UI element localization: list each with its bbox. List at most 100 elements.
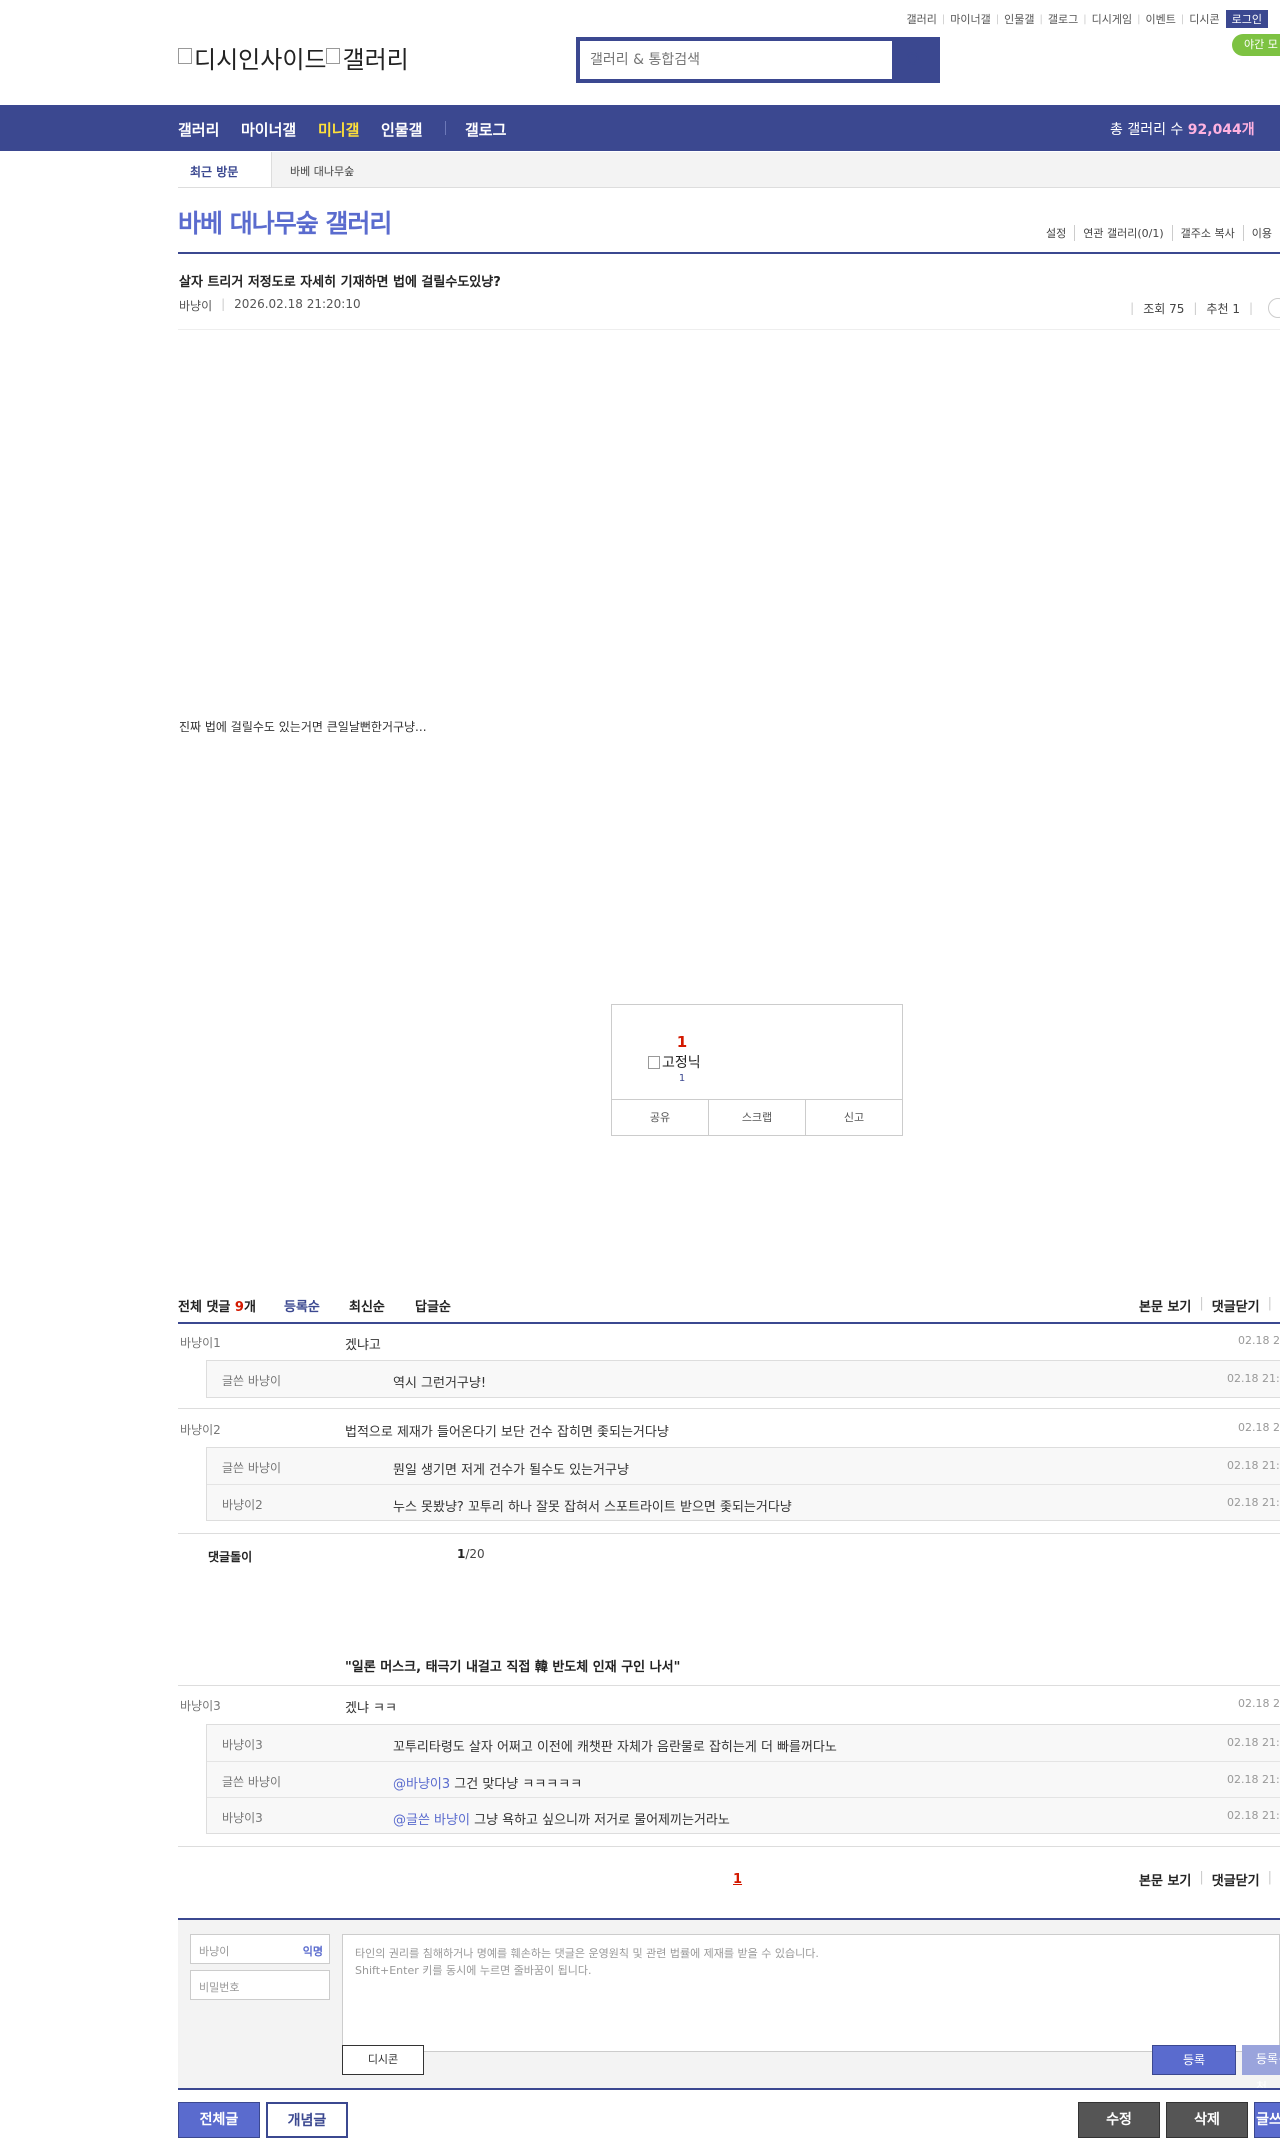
reply-text: 역시 그런거구냥! bbox=[393, 1376, 487, 1391]
comment-page-current[interactable]: 1 bbox=[733, 1872, 742, 1887]
reply-nick[interactable]: 글쓴 바냥이 bbox=[222, 1372, 281, 1389]
reply-box: 글쓴 바냥이 뭔일 생기면 저게 건수가 될수도 있는거구냥 02.18 21:… bbox=[206, 1447, 1280, 1521]
related-gallery-link[interactable]: 연관 갤러리(0/1) bbox=[1074, 225, 1171, 241]
nav-minor[interactable]: 마이너갤 bbox=[241, 119, 296, 140]
comment-text: 겠냐고 bbox=[345, 1338, 381, 1353]
logo-alt-dcinside: 디시인사이드 bbox=[194, 46, 327, 74]
comment-date: 02.18 21:2 bbox=[1238, 1421, 1280, 1434]
divider bbox=[178, 1846, 1280, 1847]
comment-textarea[interactable]: 타인의 권리를 침해하거나 명예를 훼손하는 댓글은 운영원칙 및 관련 법률에… bbox=[342, 1934, 1280, 2052]
reply-text: 뭔일 생기면 저게 건수가 될수도 있는거구냥 bbox=[393, 1463, 629, 1478]
reply-row: 글쓴 바냥이 뭔일 생기면 저게 건수가 될수도 있는거구냥 02.18 21:… bbox=[207, 1448, 1280, 1484]
search-input[interactable] bbox=[580, 41, 892, 79]
comment-date: 02.18 21:2 bbox=[1238, 1334, 1280, 1347]
usage-link[interactable]: 이용 bbox=[1242, 225, 1280, 241]
comment-nick[interactable]: 바냥이2 bbox=[180, 1421, 221, 1438]
search-bar bbox=[576, 37, 940, 83]
recent-gallery-link[interactable]: 바베 대나무숲 bbox=[290, 163, 354, 179]
close-comments-link[interactable]: 댓글닫기 bbox=[1212, 1870, 1260, 1889]
sort-replies[interactable]: 답글순 bbox=[415, 1296, 451, 1315]
delete-button[interactable]: 삭제 bbox=[1166, 2102, 1248, 2138]
nickname-input[interactable]: 바냥이 익명 bbox=[190, 1934, 330, 1964]
divider bbox=[178, 1322, 1280, 1324]
util-gallog-link[interactable]: 갤로그 bbox=[1048, 11, 1078, 27]
util-gallery-link[interactable]: 갤러리 bbox=[907, 11, 937, 27]
broken-image-icon bbox=[326, 47, 341, 64]
nav-gallog[interactable]: 갤로그 bbox=[465, 119, 506, 140]
login-button[interactable]: 로그인 bbox=[1225, 10, 1268, 28]
reply-text: @글쓴 바냥이 그냥 욕하고 싶으니까 저거로 물어제끼는거라노 bbox=[393, 1813, 730, 1828]
comment-row: 바냥이2 법적으로 제재가 들어온다기 보단 건수 잡히면 좇되는거다냥 02.… bbox=[178, 1421, 1280, 1445]
anonymous-toggle[interactable]: 익명 bbox=[303, 1943, 323, 1959]
close-comments-link[interactable]: 댓글닫기 bbox=[1212, 1296, 1260, 1315]
nav-person[interactable]: 인물갤 bbox=[381, 119, 422, 140]
util-dccon-link[interactable]: 디시콘 bbox=[1189, 11, 1219, 27]
view-body-link[interactable]: 본문 보기 bbox=[1139, 1870, 1191, 1889]
nav-gallery[interactable]: 갤러리 bbox=[178, 119, 219, 140]
logo-alt-gallery: 갤러리 bbox=[342, 46, 409, 74]
write-button[interactable]: 글쓰기 bbox=[1254, 2102, 1280, 2148]
util-person-link[interactable]: 인물갤 bbox=[1004, 11, 1034, 27]
sort-latest[interactable]: 최신순 bbox=[349, 1296, 385, 1315]
password-input[interactable]: 비밀번호 bbox=[190, 1970, 330, 2000]
reply-nick[interactable]: 글쓴 바냥이 bbox=[222, 1459, 281, 1476]
post-body: 진짜 법에 걸릴수도 있는거면 큰일날뻔한거구냥... bbox=[179, 720, 427, 734]
reply-date: 02.18 21:2 bbox=[1227, 1496, 1280, 1509]
view-body-link[interactable]: 본문 보기 bbox=[1139, 1296, 1191, 1315]
all-posts-button[interactable]: 전체글 bbox=[178, 2102, 260, 2138]
reply-row: 바냥이2 누스 못봤냥? 꼬투리 하나 잘못 잡혀서 스포트라이트 받으면 좇되… bbox=[207, 1484, 1280, 1520]
concept-posts-button[interactable]: 개념글 bbox=[266, 2102, 348, 2138]
recommend-count: 추천 1 bbox=[1206, 301, 1240, 316]
edit-button[interactable]: 수정 bbox=[1078, 2102, 1160, 2138]
comment-bot-page: 1/20 bbox=[457, 1547, 485, 1561]
mention-link[interactable]: @글쓴 바냥이 bbox=[393, 1813, 470, 1828]
reply-nick[interactable]: 바냥이2 bbox=[222, 1496, 263, 1513]
reply-nick[interactable]: 바냥이3 bbox=[222, 1809, 263, 1826]
divider bbox=[178, 1685, 1280, 1686]
divider bbox=[178, 329, 1280, 330]
dccon-button[interactable]: 디시콘 bbox=[342, 2045, 424, 2075]
submit-recommend-button[interactable]: 등록+추천 bbox=[1242, 2045, 1280, 2094]
share-button[interactable]: 공유 bbox=[612, 1100, 708, 1135]
fixnick-recommend[interactable]: 고정닉 bbox=[648, 1052, 701, 1072]
util-dcgame-link[interactable]: 디시게임 bbox=[1092, 11, 1132, 27]
comment-write-box: 바냥이 익명 비밀번호 타인의 권리를 침해하거나 명예를 훼손하는 댓글은 운… bbox=[178, 1920, 1280, 2094]
more-icon[interactable] bbox=[1268, 298, 1280, 318]
scrap-button[interactable]: 스크랩 bbox=[708, 1100, 805, 1135]
nav-mini[interactable]: 미니갤 bbox=[318, 119, 359, 140]
broken-image-icon bbox=[178, 47, 192, 64]
comment-footer-links: 본문 보기 | 댓글닫기 | bbox=[1139, 1870, 1272, 1889]
comment-nick[interactable]: 바냥이1 bbox=[180, 1334, 221, 1351]
reply-date: 02.18 21:2 bbox=[1227, 1773, 1280, 1786]
recommend-number[interactable]: 1 bbox=[672, 1033, 692, 1051]
gallery-title[interactable]: 바베 대나무숲 갤러리 bbox=[178, 204, 392, 240]
main-nav: 갤러리 마이너갤 미니갤 인물갤 갤로그 총 갤러리 수 92,044개 bbox=[0, 105, 1280, 151]
reply-nick[interactable]: 바냥이3 bbox=[222, 1736, 263, 1753]
recommend-box: 1 고정닉 1 공유 스크랩 신고 bbox=[611, 1004, 903, 1136]
reply-date: 02.18 21:2 bbox=[1227, 1736, 1280, 1749]
util-event-link[interactable]: 이벤트 bbox=[1146, 11, 1176, 27]
report-button[interactable]: 신고 bbox=[805, 1100, 902, 1135]
mention-link[interactable]: @바냥이3 bbox=[393, 1777, 450, 1792]
reply-text: 누스 못봤냥? 꼬투리 하나 잘못 잡혀서 스포트라이트 받으면 좇되는거다냥 bbox=[393, 1500, 792, 1515]
post-title: 살자 트리거 저정도로 자세히 기재하면 법에 걸릴수도있냥? bbox=[179, 275, 501, 290]
search-button[interactable] bbox=[892, 41, 936, 79]
comments-header: 전체 댓글 9개 등록순 최신순 답글순 본문 보기 | 댓글닫기 | bbox=[178, 1296, 1272, 1315]
reply-row: 글쓴 바냥이 역시 그런거구냥! 02.18 21:2 bbox=[207, 1361, 1280, 1397]
copy-address-link[interactable]: 갤주소 복사 bbox=[1171, 225, 1243, 241]
night-mode-toggle[interactable]: 야간 모드 bbox=[1232, 34, 1280, 73]
settings-link[interactable]: 설정 bbox=[1038, 225, 1074, 241]
submit-comment-button[interactable]: 등록 bbox=[1152, 2045, 1236, 2075]
comment-text: 겠냐 ㅋㅋ bbox=[345, 1701, 397, 1716]
sort-registered[interactable]: 등록순 bbox=[284, 1296, 320, 1315]
logo[interactable]: 디시인사이드 갤러리 bbox=[178, 40, 409, 75]
news-headline[interactable]: "일론 머스크, 태극기 내걸고 직접 韓 반도체 인재 구인 나서" bbox=[345, 1656, 680, 1675]
post-author[interactable]: 바냥이 bbox=[179, 297, 212, 314]
broken-image-icon bbox=[648, 1055, 660, 1069]
comment-bot-label: 댓글돌이 bbox=[208, 1550, 253, 1564]
post-meta: 바냥이 | 2026.02.18 21:20:10 bbox=[179, 297, 361, 314]
util-minor-link[interactable]: 마이너갤 bbox=[950, 11, 990, 27]
comment-nick[interactable]: 바냥이3 bbox=[180, 1697, 221, 1714]
post-date: 2026.02.18 21:20:10 bbox=[234, 297, 361, 311]
reply-nick[interactable]: 글쓴 바냥이 bbox=[222, 1773, 281, 1790]
